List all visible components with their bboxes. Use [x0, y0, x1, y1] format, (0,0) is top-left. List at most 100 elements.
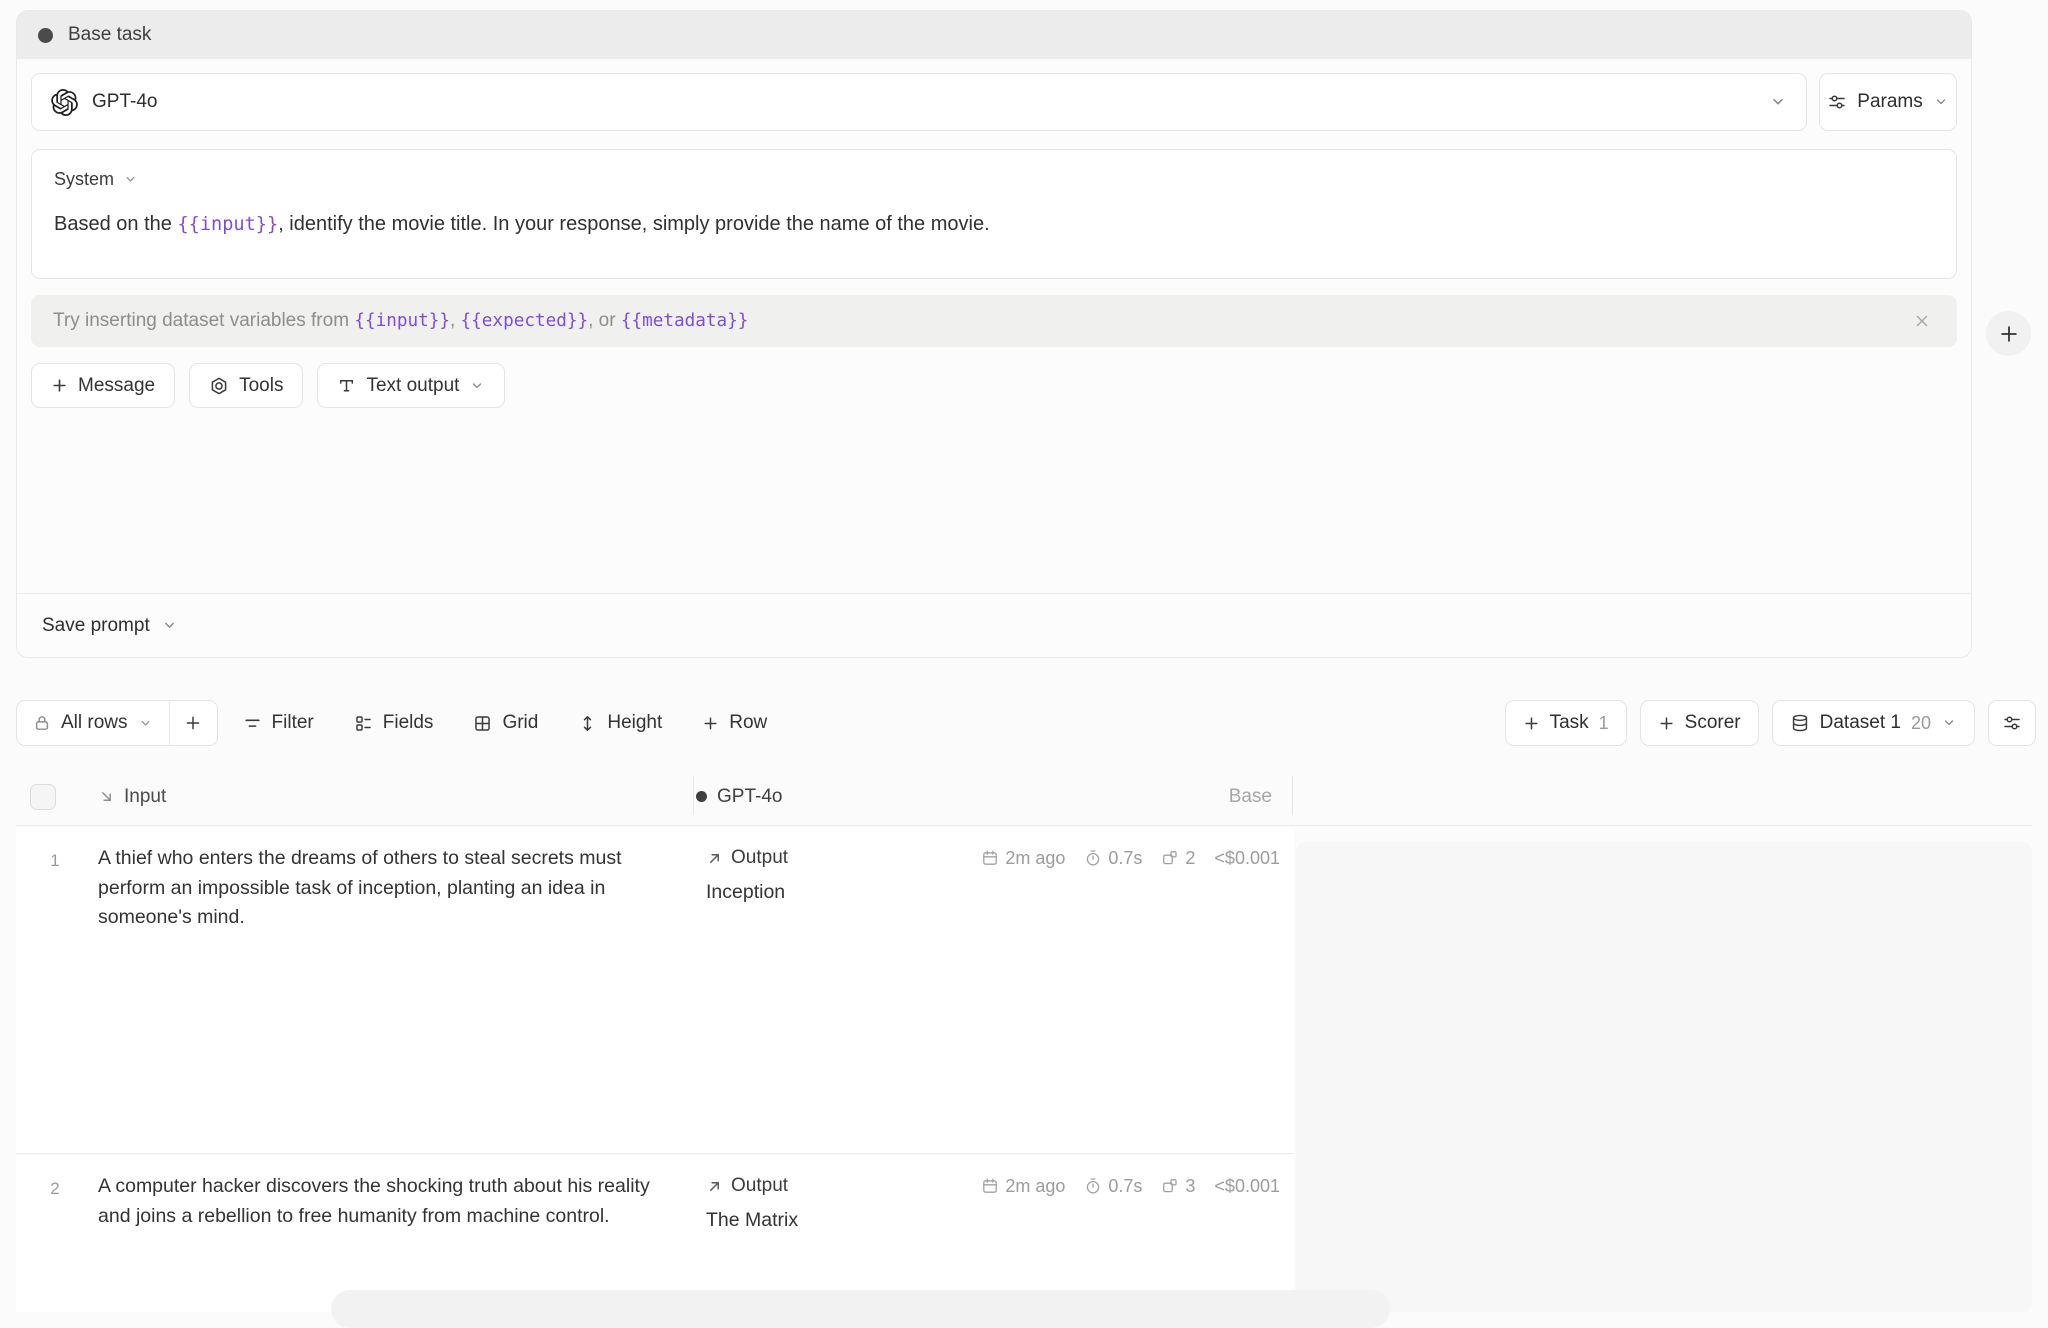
add-message-button[interactable]: Message — [31, 363, 175, 408]
add-message-label: Message — [78, 375, 155, 397]
lock-icon — [33, 714, 51, 732]
grid-button[interactable]: Grid — [458, 700, 553, 746]
column-divider — [693, 776, 694, 815]
model-column-tag: Base — [1229, 786, 1272, 808]
dataset-selector[interactable]: Dataset 1 20 — [1772, 700, 1975, 746]
model-column-dot — [696, 791, 707, 802]
params-label: Params — [1857, 91, 1922, 113]
sliders-icon — [2002, 713, 2022, 733]
text-type-icon — [337, 376, 356, 395]
table-row[interactable]: 1 A thief who enters the dreams of other… — [16, 827, 1294, 1154]
row-output-cell[interactable]: Output 2m ago 0.7s — [706, 1175, 1280, 1232]
role-selector[interactable]: System — [54, 169, 164, 190]
tools-label: Tools — [239, 375, 283, 397]
arrow-up-right-icon — [706, 1178, 723, 1195]
filter-label: Filter — [272, 712, 314, 734]
timer-icon — [1084, 849, 1102, 867]
output-label: Output — [731, 1175, 788, 1197]
model-name: GPT-4o — [92, 91, 157, 113]
rows-filter-label: All rows — [61, 712, 128, 734]
column-header-input[interactable]: Input — [98, 768, 166, 825]
model-select[interactable]: GPT-4o — [31, 73, 1807, 131]
grid-icon — [473, 714, 492, 733]
prompt-actions-row: Message Tools Text output — [31, 363, 505, 408]
task-status-dot — [38, 28, 53, 43]
run-cost: <$0.001 — [1214, 848, 1280, 869]
height-label: Height — [607, 712, 662, 734]
model-column-label: GPT-4o — [717, 786, 782, 808]
chevron-down-icon — [138, 716, 153, 731]
database-icon — [1790, 713, 1810, 733]
tools-icon — [209, 376, 229, 396]
close-icon[interactable] — [1909, 308, 1935, 334]
table-settings-button[interactable] — [1988, 700, 2036, 746]
role-label: System — [54, 169, 114, 190]
run-latency: 0.7s — [1108, 1176, 1142, 1197]
run-time: 2m ago — [1005, 848, 1065, 869]
fields-button[interactable]: Fields — [339, 700, 449, 746]
empty-table-area — [1296, 842, 2032, 1312]
chevron-down-icon — [1941, 715, 1957, 731]
table-toolbar: All rows Filter Fields — [16, 700, 2036, 746]
chevron-down-icon — [1933, 94, 1949, 110]
variables-hint-bar: Try inserting dataset variables from {{i… — [31, 295, 1957, 347]
tools-button[interactable]: Tools — [189, 363, 303, 408]
output-value: Inception — [706, 881, 1280, 904]
row-number: 1 — [40, 851, 70, 871]
filter-icon — [243, 714, 262, 733]
output-type-button[interactable]: Text output — [317, 363, 505, 408]
plus-icon — [1523, 715, 1540, 732]
save-prompt-row: Save prompt — [17, 593, 1971, 657]
task-panel: Base task GPT-4o Params System — [16, 10, 1972, 658]
chevron-down-icon — [1769, 93, 1787, 111]
timer-icon — [1084, 1177, 1102, 1195]
output-value: The Matrix — [706, 1209, 1280, 1232]
add-task-label: Task — [1550, 712, 1589, 734]
model-row: GPT-4o Params — [31, 73, 1957, 131]
calendar-icon — [981, 1177, 999, 1195]
output-metadata: 2m ago 0.7s 3 <$0.001 — [981, 1176, 1280, 1197]
height-button[interactable]: Height — [563, 700, 677, 746]
rows-filter-dropdown[interactable]: All rows — [17, 701, 170, 745]
add-rows-filter-button[interactable] — [170, 701, 217, 745]
bottom-floating-bar — [331, 1290, 1390, 1328]
row-height-icon — [578, 714, 597, 733]
fields-icon — [354, 714, 373, 733]
column-header-model[interactable]: GPT-4o Base — [696, 768, 1276, 825]
dataset-label: Dataset 1 — [1820, 712, 1901, 734]
system-prompt-card: System Based on the {{input}}, identify … — [31, 149, 1957, 279]
filter-button[interactable]: Filter — [228, 700, 329, 746]
task-count-badge: 1 — [1599, 713, 1609, 734]
hint-text: Try inserting dataset variables from {{i… — [53, 310, 748, 332]
grid-label: Grid — [502, 712, 538, 734]
plus-icon — [51, 377, 68, 394]
output-metadata: 2m ago 0.7s 2 <$0.001 — [981, 848, 1280, 869]
toolbar-right-group: Task 1 Scorer Dataset 1 20 — [1505, 700, 2036, 746]
add-row-button[interactable]: Row — [687, 700, 782, 746]
tokens-icon — [1161, 849, 1179, 867]
output-type-label: Text output — [366, 375, 459, 397]
token-count: 2 — [1185, 848, 1195, 869]
row-output-cell[interactable]: Output 2m ago 0.7s — [706, 847, 1280, 904]
add-task-button[interactable]: Task 1 — [1505, 700, 1627, 746]
add-task-column-button[interactable] — [1986, 311, 2031, 356]
params-button[interactable]: Params — [1819, 73, 1957, 131]
row-input-cell[interactable]: A computer hacker discovers the shocking… — [98, 1172, 660, 1231]
run-time: 2m ago — [1005, 1176, 1065, 1197]
output-label: Output — [731, 847, 788, 869]
select-all-checkbox[interactable] — [30, 784, 56, 810]
input-column-label: Input — [124, 786, 166, 808]
chevron-down-icon[interactable] — [161, 617, 178, 634]
row-input-cell[interactable]: A thief who enters the dreams of others … — [98, 844, 660, 933]
add-row-label: Row — [729, 712, 767, 734]
add-scorer-button[interactable]: Scorer — [1640, 700, 1759, 746]
table-row[interactable]: 2 A computer hacker discovers the shocki… — [16, 1155, 1294, 1312]
save-prompt-button[interactable]: Save prompt — [42, 615, 150, 637]
task-panel-header: Base task — [17, 11, 1971, 59]
run-latency: 0.7s — [1108, 848, 1142, 869]
add-scorer-label: Scorer — [1685, 712, 1741, 734]
prompt-text-editor[interactable]: Based on the {{input}}, identify the mov… — [54, 209, 1934, 240]
task-title: Base task — [68, 24, 151, 46]
column-divider — [1292, 776, 1293, 815]
plus-icon — [702, 715, 719, 732]
